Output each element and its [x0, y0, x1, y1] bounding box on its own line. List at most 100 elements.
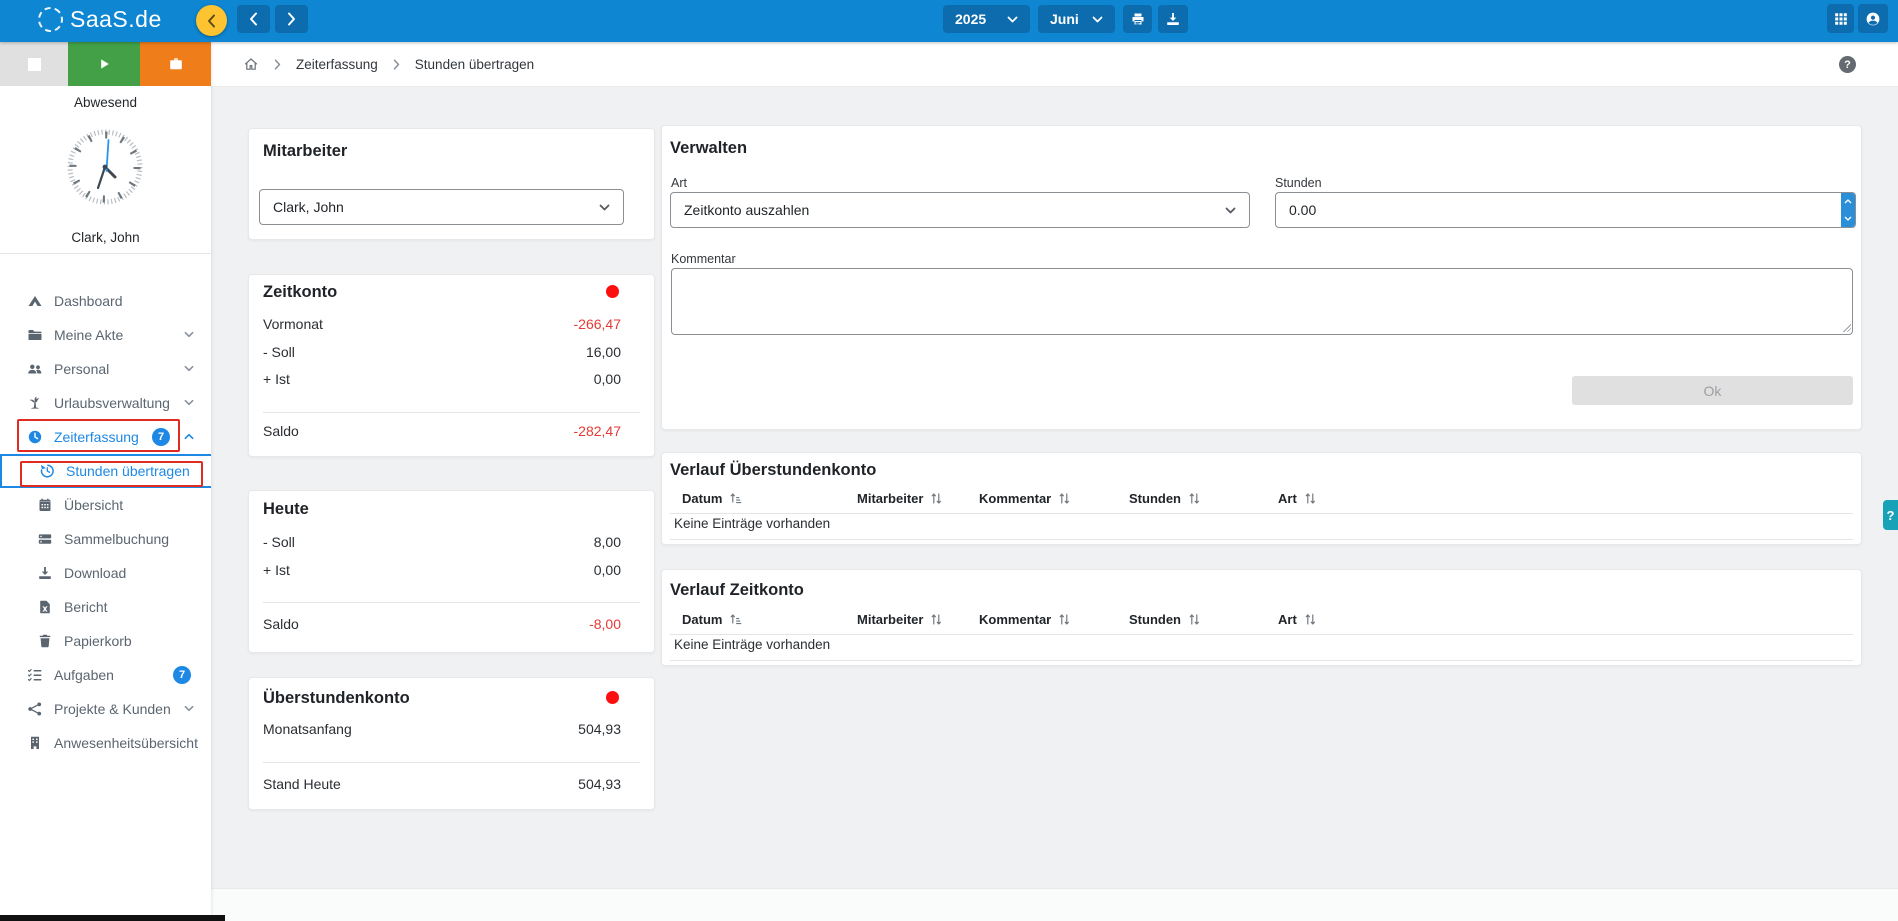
sidebar-item-label: Dashboard	[54, 293, 123, 309]
help-widget-tab[interactable]: ?	[1883, 500, 1898, 530]
tracker-business-button[interactable]	[140, 42, 211, 86]
sidebar-item-label: Urlaubsverwaltung	[54, 395, 170, 411]
column-header-art[interactable]: Art	[1278, 612, 1317, 627]
sidebar-item-sammelbuchung[interactable]: Sammelbuchung	[0, 522, 211, 556]
year-dropdown[interactable]: 2025	[943, 5, 1030, 33]
mitarbeiter-select-value: Clark, John	[273, 199, 344, 215]
sidebar-item-label: Download	[64, 565, 126, 581]
sidebar-item-label: Aufgaben	[54, 667, 114, 683]
column-header-label: Art	[1278, 612, 1297, 627]
column-header-stunden[interactable]: Stunden	[1129, 612, 1201, 627]
stunden-input[interactable]	[1275, 192, 1856, 228]
column-header-art[interactable]: Art	[1278, 491, 1317, 506]
sidebar-item-bericht[interactable]: Bericht	[0, 590, 211, 624]
history-icon	[39, 463, 55, 479]
sidebar-item-personal[interactable]: Personal	[0, 352, 211, 386]
sidebar-collapse-button[interactable]	[196, 5, 227, 36]
tracker-start-button[interactable]	[68, 42, 140, 86]
account-button[interactable]	[1858, 4, 1888, 33]
heute-row-ist: + Ist 0,00	[263, 562, 621, 578]
zeiterfassung-badge: 7	[152, 428, 170, 446]
stunden-field-wrap	[1275, 192, 1856, 228]
column-header-label: Mitarbeiter	[857, 491, 923, 506]
column-header-kommentar[interactable]: Kommentar	[979, 612, 1071, 627]
chevron-right-icon	[274, 59, 281, 70]
zeitkonto-row-saldo: Saldo -282,47	[263, 423, 621, 439]
sidebar-item-stunden-uebertragen[interactable]: Stunden übertragen	[0, 454, 211, 488]
sidebar-item-label: Zeiterfassung	[54, 429, 139, 445]
user-name: Clark, John	[0, 230, 211, 245]
spinner-down-button[interactable]	[1841, 210, 1855, 227]
sidebar-item-label: Anwesenheitsübersicht	[54, 735, 198, 751]
sidebar-item-dashboard[interactable]: Dashboard	[0, 284, 211, 318]
tracker-stop-button[interactable]	[0, 42, 68, 86]
building-icon	[27, 735, 43, 751]
table-divider	[670, 513, 1853, 514]
column-header-datum[interactable]: Datum	[682, 491, 742, 506]
textarea-resize-grip[interactable]	[1842, 323, 1851, 332]
column-header-kommentar[interactable]: Kommentar	[979, 491, 1071, 506]
heute-card-title: Heute	[263, 500, 309, 519]
zeitkonto-row-soll: - Soll 16,00	[263, 344, 621, 360]
row-value: -266,47	[574, 316, 621, 332]
art-select-value: Zeitkonto auszahlen	[684, 202, 809, 218]
column-header-stunden[interactable]: Stunden	[1129, 491, 1201, 506]
sidebar-item-urlaubsverwaltung[interactable]: Urlaubsverwaltung	[0, 386, 211, 420]
column-header-mitarbeiter[interactable]: Mitarbeiter	[857, 491, 943, 506]
page-help-button[interactable]: ?	[1839, 56, 1856, 73]
home-button[interactable]	[243, 56, 259, 72]
row-label: + Ist	[263, 562, 290, 578]
column-header-datum[interactable]: Datum	[682, 612, 742, 627]
sidebar-item-anwesenheitsuebersicht[interactable]: Anwesenheitsübersicht	[0, 726, 211, 760]
zeitkonto-card-title: Zeitkonto	[263, 283, 337, 302]
row-label: Monatsanfang	[263, 721, 352, 737]
sidebar-item-zeiterfassung[interactable]: Zeiterfassung 7	[0, 420, 211, 454]
chevron-down-icon	[184, 399, 194, 406]
row-label: - Soll	[263, 534, 295, 550]
export-button[interactable]	[1158, 5, 1188, 33]
stunden-label: Stunden	[1275, 176, 1322, 190]
row-value: -8,00	[589, 616, 621, 632]
row-label: - Soll	[263, 344, 295, 360]
nav-next-button[interactable]	[275, 5, 308, 33]
logo-swirl-icon	[34, 3, 67, 36]
sidebar-item-projekte-kunden[interactable]: Projekte & Kunden	[0, 692, 211, 726]
breadcrumb-level1[interactable]: Zeiterfassung	[296, 57, 378, 72]
mitarbeiter-card-title: Mitarbeiter	[263, 142, 347, 161]
sidebar-item-meine-akte[interactable]: Meine Akte	[0, 318, 211, 352]
breadcrumb-level2[interactable]: Stunden übertragen	[415, 57, 534, 72]
verwalten-card-title: Verwalten	[670, 139, 747, 158]
mitarbeiter-select[interactable]: Clark, John	[259, 189, 624, 225]
month-dropdown[interactable]: Juni	[1038, 5, 1115, 33]
sidebar-item-label: Stunden übertragen	[66, 463, 190, 479]
art-select[interactable]: Zeitkonto auszahlen	[670, 192, 1250, 228]
sidebar-item-download[interactable]: Download	[0, 556, 211, 590]
chevron-right-icon	[287, 12, 296, 26]
people-icon	[27, 361, 43, 377]
spinner-up-button[interactable]	[1841, 193, 1855, 210]
ok-button[interactable]: Ok	[1572, 376, 1853, 405]
column-header-mitarbeiter[interactable]: Mitarbeiter	[857, 612, 943, 627]
mitarbeiter-card: Mitarbeiter Clark, John	[248, 128, 655, 240]
chevron-down-icon	[1007, 16, 1018, 23]
kommentar-textarea[interactable]	[671, 268, 1853, 335]
bottom-black-bar	[0, 915, 225, 921]
apps-grid-button[interactable]	[1827, 4, 1854, 33]
chevron-down-icon	[1092, 16, 1103, 23]
heute-row-saldo: Saldo -8,00	[263, 616, 621, 632]
empty-table-message: Keine Einträge vorhanden	[674, 516, 830, 531]
print-button[interactable]	[1123, 5, 1152, 33]
app-logo[interactable]: SaaS.de	[38, 6, 162, 33]
column-header-label: Stunden	[1129, 612, 1181, 627]
nav-previous-button[interactable]	[237, 5, 270, 33]
sidebar-item-label: Übersicht	[64, 497, 123, 513]
sidebar-item-papierkorb[interactable]: Papierkorb	[0, 624, 211, 658]
app-screen: SaaS.de 2025 Juni	[0, 0, 1898, 921]
home-icon	[243, 56, 259, 72]
column-header-label: Mitarbeiter	[857, 612, 923, 627]
sidebar-item-uebersicht[interactable]: Übersicht	[0, 488, 211, 522]
zeitkonto-row-ist: + Ist 0,00	[263, 371, 621, 387]
row-label: + Ist	[263, 371, 290, 387]
sidebar-item-aufgaben[interactable]: Aufgaben 7	[0, 658, 211, 692]
folder-icon	[27, 327, 43, 343]
